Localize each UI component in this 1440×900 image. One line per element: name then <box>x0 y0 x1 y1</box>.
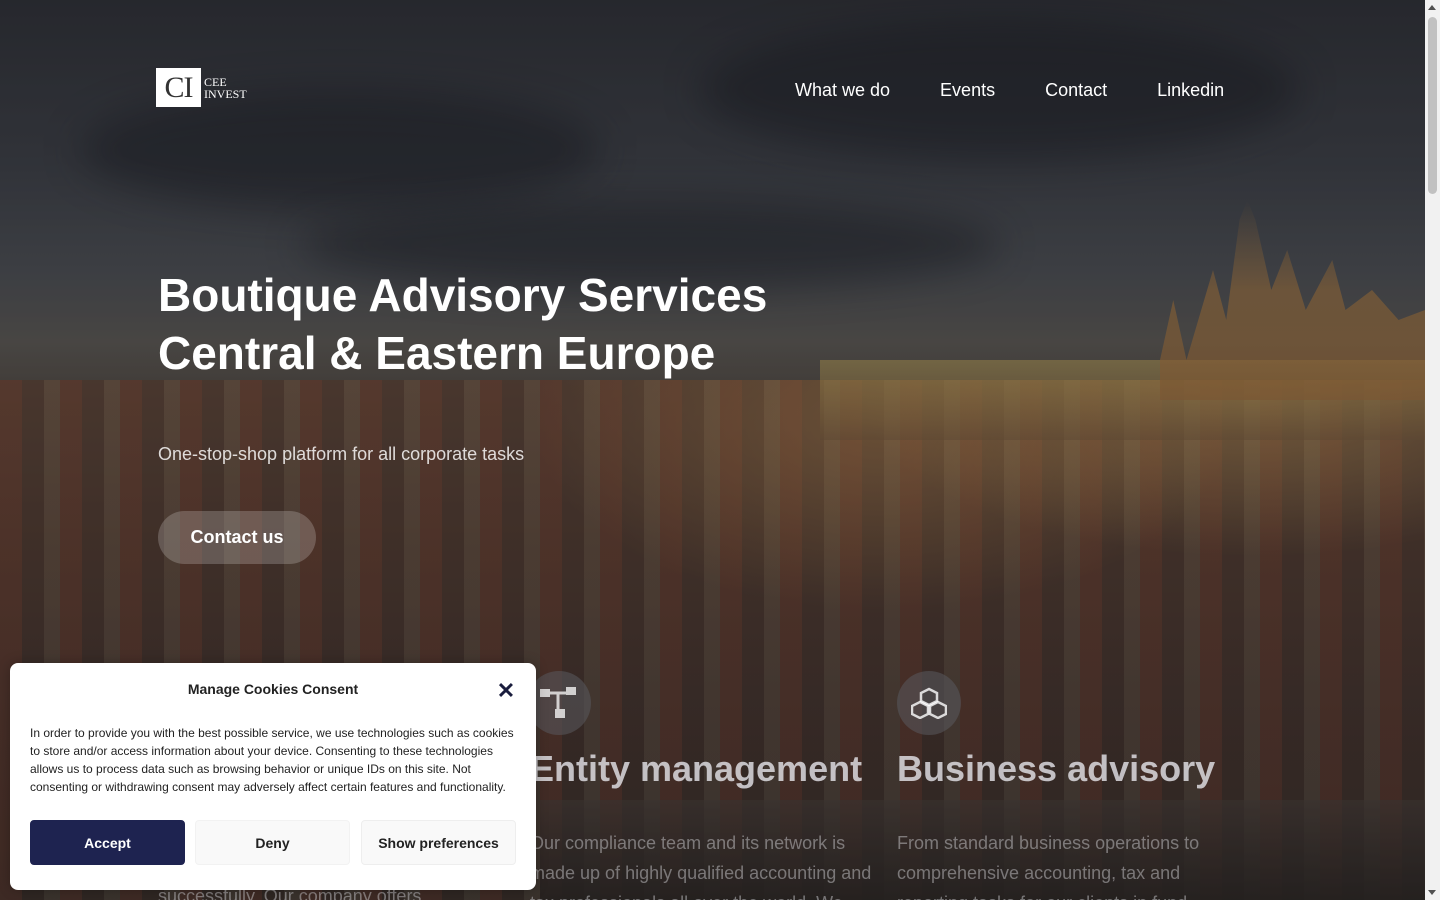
hero-title: Boutique Advisory Services Central & Eas… <box>158 266 767 382</box>
logo[interactable]: CI CEE INVEST <box>156 68 247 107</box>
service-text: Our compliance team and its network is m… <box>530 833 872 900</box>
cubes-icon <box>897 671 961 735</box>
org-chart-icon <box>527 671 591 735</box>
hero-subtitle: One-stop-shop platform for all corporate… <box>158 444 525 464</box>
accept-button[interactable]: Accept <box>30 820 185 865</box>
logo-line-2: INVEST <box>204 86 247 101</box>
cookie-dialog-title: Manage Cookies Consent <box>187 681 359 697</box>
service-text: From standard business operations to com… <box>897 833 1200 900</box>
service-title: Business advisory <box>897 748 1216 789</box>
nav-linkedin[interactable]: Linkedin <box>1157 80 1224 101</box>
contact-us-button[interactable]: Contact us <box>158 511 316 564</box>
service-title: Entity management <box>530 748 863 789</box>
close-icon[interactable]: ✕ <box>496 680 516 702</box>
logo-mark: CI <box>156 68 201 107</box>
logo-line-1: CEE <box>204 74 227 89</box>
nav-events[interactable]: Events <box>940 80 995 101</box>
page-scrollbar[interactable] <box>1425 0 1440 900</box>
main-nav: What we do Events Contact Linkedin <box>795 80 1224 101</box>
show-preferences-button[interactable]: Show preferences <box>361 820 516 865</box>
cookie-dialog-body: In order to provide you with the best po… <box>30 726 514 794</box>
nav-what-we-do[interactable]: What we do <box>795 80 890 101</box>
nav-contact[interactable]: Contact <box>1045 80 1107 101</box>
scroll-down-arrow-icon[interactable] <box>1428 890 1436 895</box>
hero-title-line-1: Boutique Advisory Services <box>158 269 768 321</box>
scroll-up-arrow-icon[interactable] <box>1428 5 1436 10</box>
cookie-consent-dialog: Manage Cookies Consent ✕ In order to pro… <box>10 663 536 890</box>
scroll-thumb[interactable] <box>1428 17 1437 194</box>
deny-button[interactable]: Deny <box>195 820 350 865</box>
hero-title-line-2: Central & Eastern Europe <box>158 327 716 379</box>
